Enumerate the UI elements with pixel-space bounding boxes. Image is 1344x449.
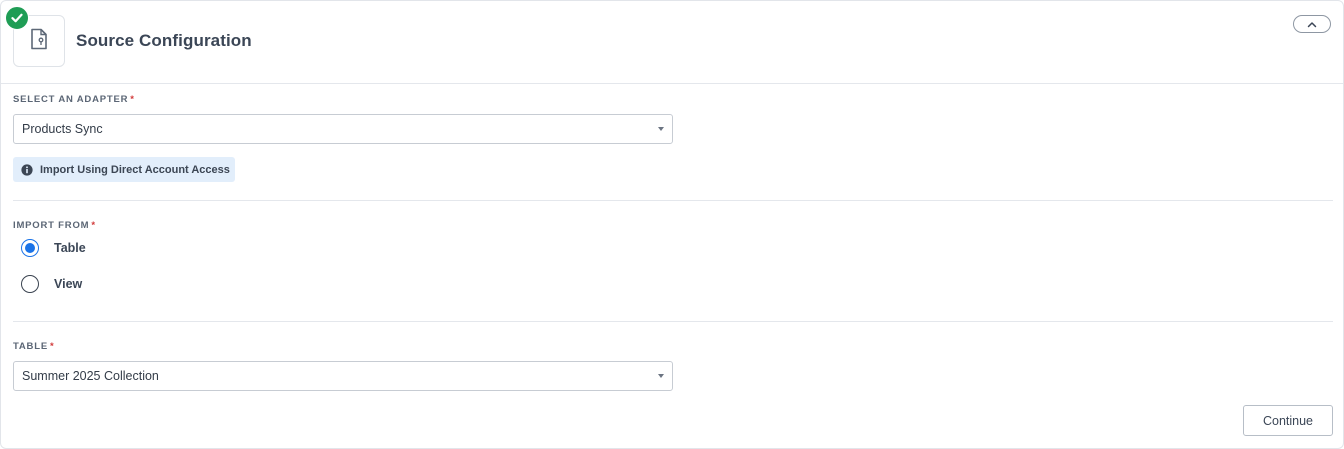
source-configuration-panel: Source Configuration SELECT AN ADAPTER * … bbox=[0, 0, 1344, 449]
page-title: Source Configuration bbox=[76, 31, 252, 50]
file-icon bbox=[30, 28, 48, 55]
required-mark: * bbox=[91, 220, 96, 231]
radio-selected-dot bbox=[25, 243, 35, 253]
direct-access-badge: Import Using Direct Account Access bbox=[13, 157, 235, 182]
check-circle-icon bbox=[5, 6, 29, 30]
direct-access-text: Import Using Direct Account Access bbox=[40, 163, 230, 176]
radio-button-table[interactable] bbox=[21, 239, 39, 257]
caret-down-icon bbox=[658, 374, 664, 378]
panel-header: Source Configuration bbox=[1, 1, 1343, 84]
table-label-text: TABLE bbox=[13, 341, 48, 352]
radio-label-table: Table bbox=[54, 241, 86, 255]
section-divider bbox=[13, 321, 1333, 322]
section-divider bbox=[13, 200, 1333, 201]
adapter-select[interactable]: Products Sync bbox=[13, 114, 673, 144]
radio-label-view: View bbox=[54, 277, 83, 291]
table-label: TABLE * bbox=[13, 341, 54, 352]
table-select[interactable]: Summer 2025 Collection bbox=[13, 361, 673, 391]
continue-button[interactable]: Continue bbox=[1243, 405, 1333, 436]
radio-button-view[interactable] bbox=[21, 275, 39, 293]
radio-option-view[interactable]: View bbox=[21, 275, 82, 293]
adapter-label-text: SELECT AN ADAPTER bbox=[13, 94, 129, 105]
required-mark: * bbox=[130, 94, 135, 105]
import-from-label-text: IMPORT FROM bbox=[13, 220, 90, 231]
chevron-up-icon bbox=[1307, 15, 1317, 33]
import-from-label: IMPORT FROM * bbox=[13, 220, 96, 231]
adapter-select-value: Products Sync bbox=[22, 122, 103, 136]
collapse-button[interactable] bbox=[1293, 15, 1331, 33]
info-icon bbox=[21, 163, 33, 176]
radio-option-table[interactable]: Table bbox=[21, 239, 86, 257]
required-mark: * bbox=[49, 341, 55, 352]
adapter-label: SELECT AN ADAPTER * bbox=[13, 94, 135, 105]
table-select-value: Summer 2025 Collection bbox=[22, 369, 159, 383]
caret-down-icon bbox=[658, 127, 664, 131]
